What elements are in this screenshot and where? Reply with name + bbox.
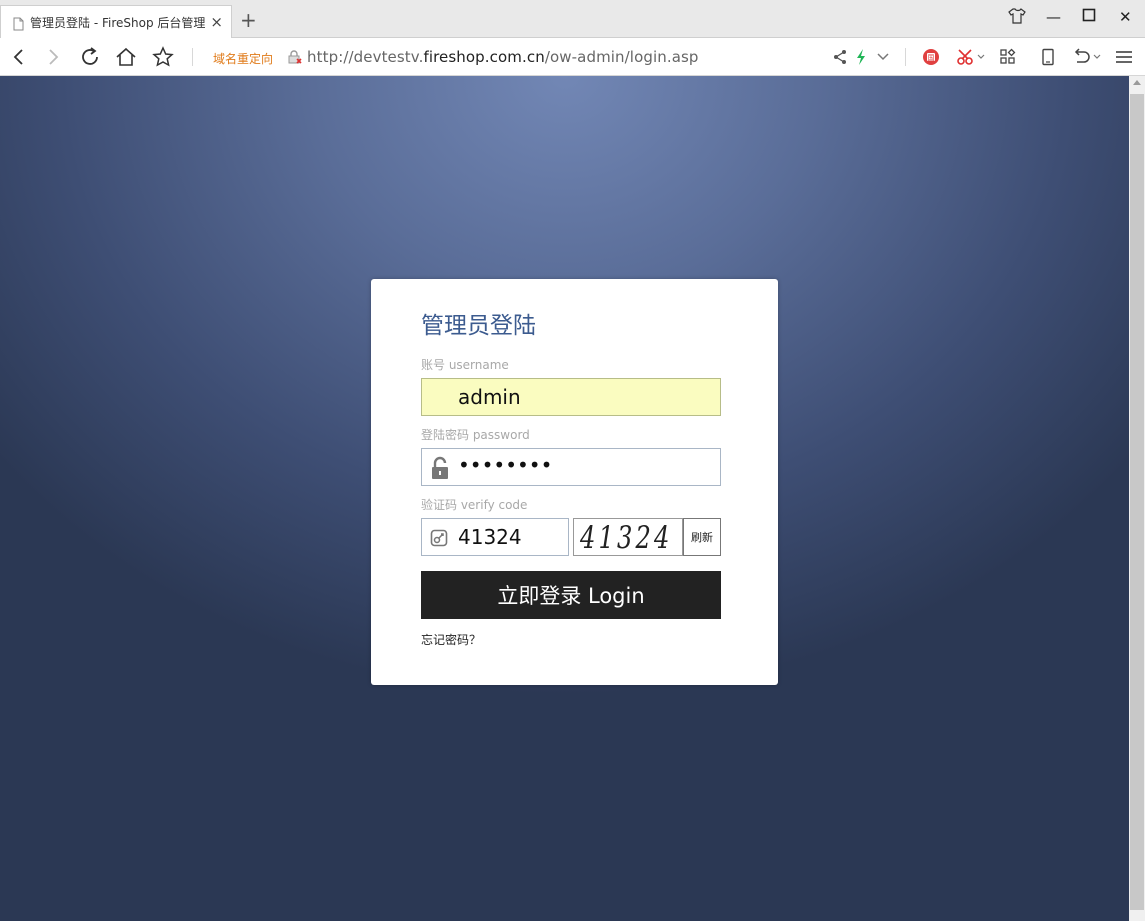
insecure-site-icon[interactable] <box>284 46 306 68</box>
username-field[interactable]: admin <box>421 378 721 416</box>
maximize-button[interactable] <box>1082 8 1096 26</box>
password-field[interactable]: •••••••• <box>421 448 721 486</box>
tab-strip: 管理员登陆 - FireShop 后台管理 × + — ✕ <box>0 0 1145 39</box>
browser-toolbar: 域名重定向 http://devtestv.fireshop.com.cn/ow… <box>0 38 1145 76</box>
captcha-text: 41324 <box>580 520 673 556</box>
adblock-extension-icon[interactable]: 国 <box>920 46 942 68</box>
verify-code-field[interactable]: 41324 <box>421 518 569 556</box>
chevron-down-icon[interactable] <box>1092 46 1102 68</box>
close-window-button[interactable]: ✕ <box>1119 8 1132 26</box>
username-label: 账号 username <box>421 358 509 372</box>
undo-close-tab-icon[interactable] <box>1070 46 1092 68</box>
scroll-up-arrow-icon[interactable] <box>1133 80 1141 85</box>
back-icon[interactable] <box>8 46 30 68</box>
verify-code-value: 41324 <box>458 525 522 549</box>
code-key-icon <box>430 529 448 551</box>
url-prefix: http://devtestv. <box>307 48 424 66</box>
favorite-star-icon[interactable] <box>152 46 174 68</box>
verify-code-label: 验证码 verify code <box>421 498 528 512</box>
svg-text:国: 国 <box>928 54 935 62</box>
password-value: •••••••• <box>458 453 553 477</box>
toolbar-divider <box>905 48 906 66</box>
reading-mode-icon[interactable] <box>1037 46 1059 68</box>
address-bar[interactable]: http://devtestv.fireshop.com.cn/ow-admin… <box>307 48 699 66</box>
tab-title: 管理员登陆 - FireShop 后台管理 <box>30 16 206 30</box>
captcha-image[interactable]: 41324 <box>573 518 683 556</box>
toolbar-divider <box>192 48 193 66</box>
refresh-captcha-button[interactable]: 刷新 <box>683 518 721 556</box>
chevron-down-icon[interactable] <box>976 46 986 68</box>
lock-icon <box>430 456 450 484</box>
page-title: 管理员登陆 <box>421 313 536 339</box>
forgot-password-link[interactable]: 忘记密码？ <box>421 631 481 648</box>
browser-tab[interactable]: 管理员登陆 - FireShop 后台管理 × <box>0 5 232 39</box>
login-card: 管理员登陆 账号 username admin 登陆密码 password ••… <box>371 279 778 685</box>
vertical-scrollbar[interactable] <box>1129 76 1145 921</box>
menu-hamburger-icon[interactable] <box>1113 46 1135 68</box>
password-label: 登陆密码 password <box>421 428 530 442</box>
minimize-button[interactable]: — <box>1046 8 1061 26</box>
screenshot-scissors-icon[interactable] <box>955 46 977 68</box>
skin-shirt-icon[interactable] <box>1008 8 1026 28</box>
url-path: /ow-admin/login.asp <box>544 48 699 66</box>
login-button[interactable]: 立即登录 Login <box>421 571 721 619</box>
forward-icon[interactable] <box>42 46 64 68</box>
page-background: 管理员登陆 账号 username admin 登陆密码 password ••… <box>0 76 1129 921</box>
scrollbar-thumb[interactable] <box>1130 94 1144 910</box>
username-value: admin <box>458 385 521 409</box>
share-icon[interactable] <box>829 46 851 68</box>
domain-redirect-label[interactable]: 域名重定向 <box>213 50 273 67</box>
page-icon <box>13 16 24 30</box>
apps-grid-icon[interactable] <box>997 46 1019 68</box>
refresh-icon[interactable] <box>79 46 101 68</box>
home-icon[interactable] <box>115 46 137 68</box>
speed-mode-icon[interactable] <box>850 46 872 68</box>
url-domain: fireshop.com.cn <box>423 48 545 66</box>
new-tab-button[interactable]: + <box>240 10 257 30</box>
chevron-down-icon[interactable] <box>872 46 894 68</box>
tab-close-icon[interactable]: × <box>210 14 223 30</box>
